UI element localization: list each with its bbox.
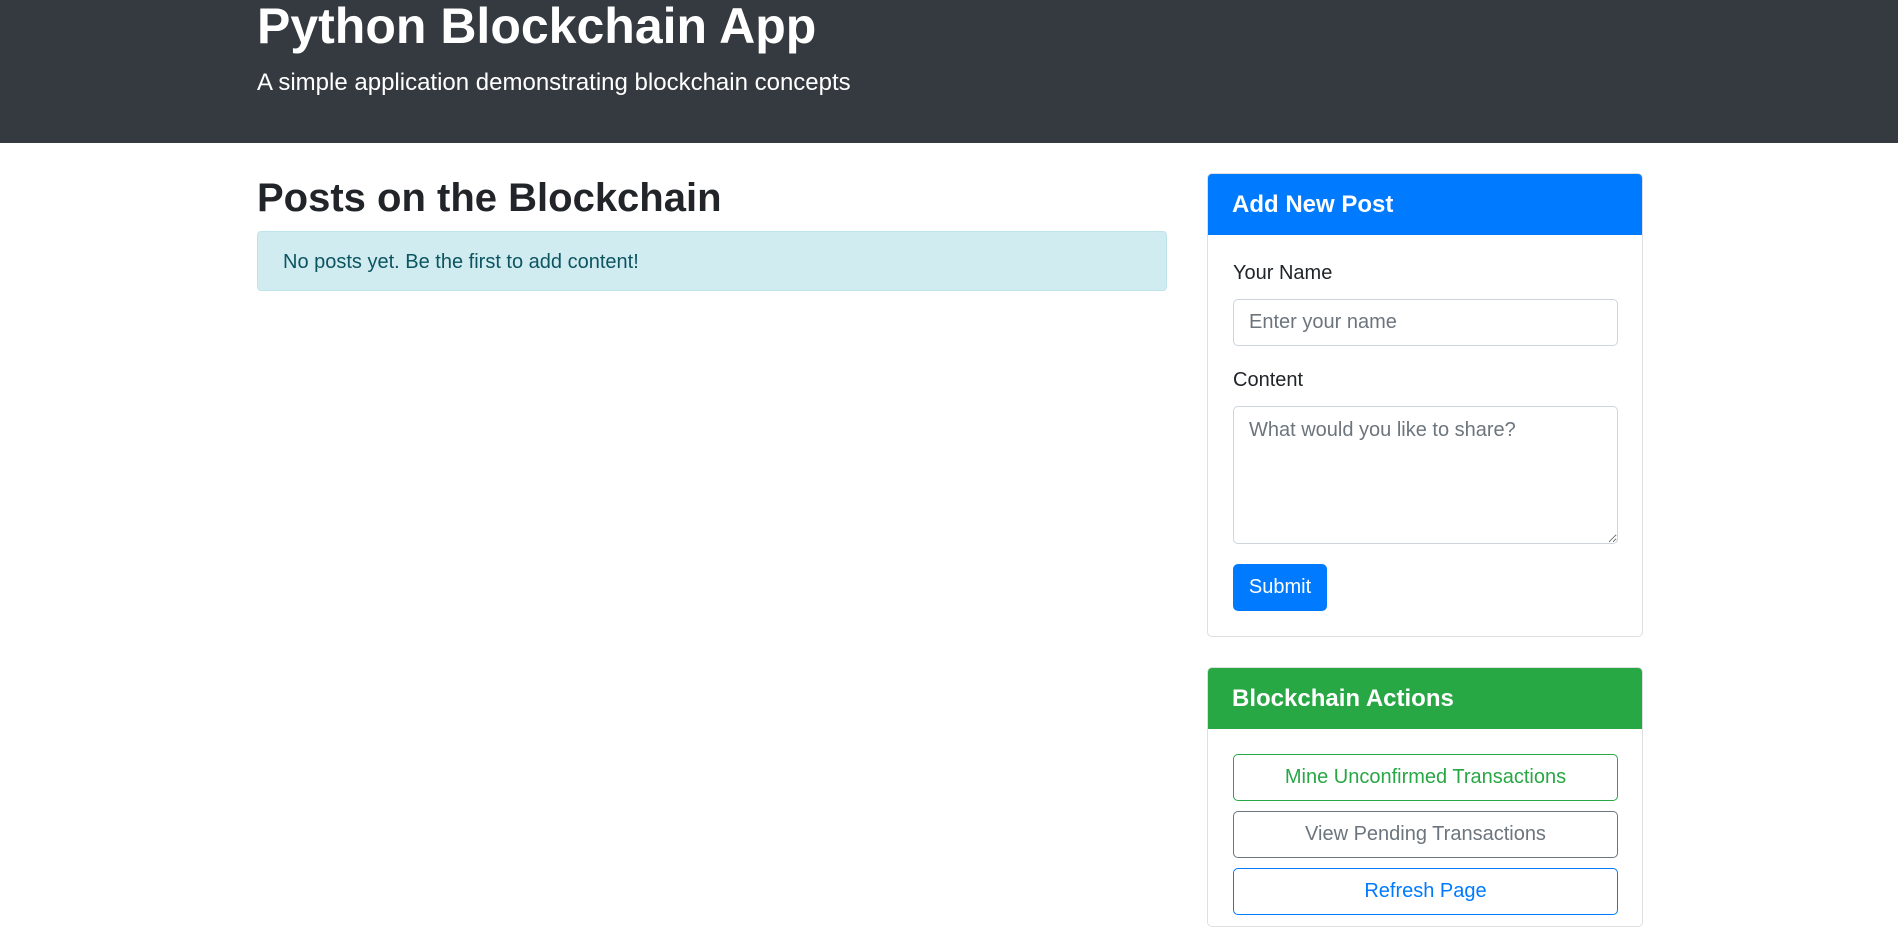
name-input[interactable] xyxy=(1233,299,1618,346)
name-label: Your Name xyxy=(1233,262,1333,284)
blockchain-actions-card: Blockchain Actions Mine Unconfirmed Tran… xyxy=(1207,667,1643,927)
mine-transactions-button[interactable]: Mine Unconfirmed Transactions xyxy=(1233,754,1618,801)
app-title: Python Blockchain App xyxy=(257,0,817,54)
add-post-card: Add New Post Your Name Content Submit xyxy=(1207,173,1643,637)
add-post-card-header: Add New Post xyxy=(1208,174,1642,235)
no-posts-alert: No posts yet. Be the first to add conten… xyxy=(257,231,1167,291)
content-textarea[interactable] xyxy=(1233,406,1618,544)
refresh-page-button[interactable]: Refresh Page xyxy=(1233,868,1618,915)
view-pending-transactions-button[interactable]: View Pending Transactions xyxy=(1233,811,1618,858)
submit-button[interactable]: Submit xyxy=(1233,564,1327,611)
blockchain-actions-card-header: Blockchain Actions xyxy=(1208,668,1642,729)
content-label: Content xyxy=(1233,369,1304,391)
page-header: Python Blockchain App A simple applicati… xyxy=(0,0,1898,143)
posts-heading: Posts on the Blockchain xyxy=(257,176,722,220)
app-subtitle: A simple application demonstrating block… xyxy=(257,69,851,96)
